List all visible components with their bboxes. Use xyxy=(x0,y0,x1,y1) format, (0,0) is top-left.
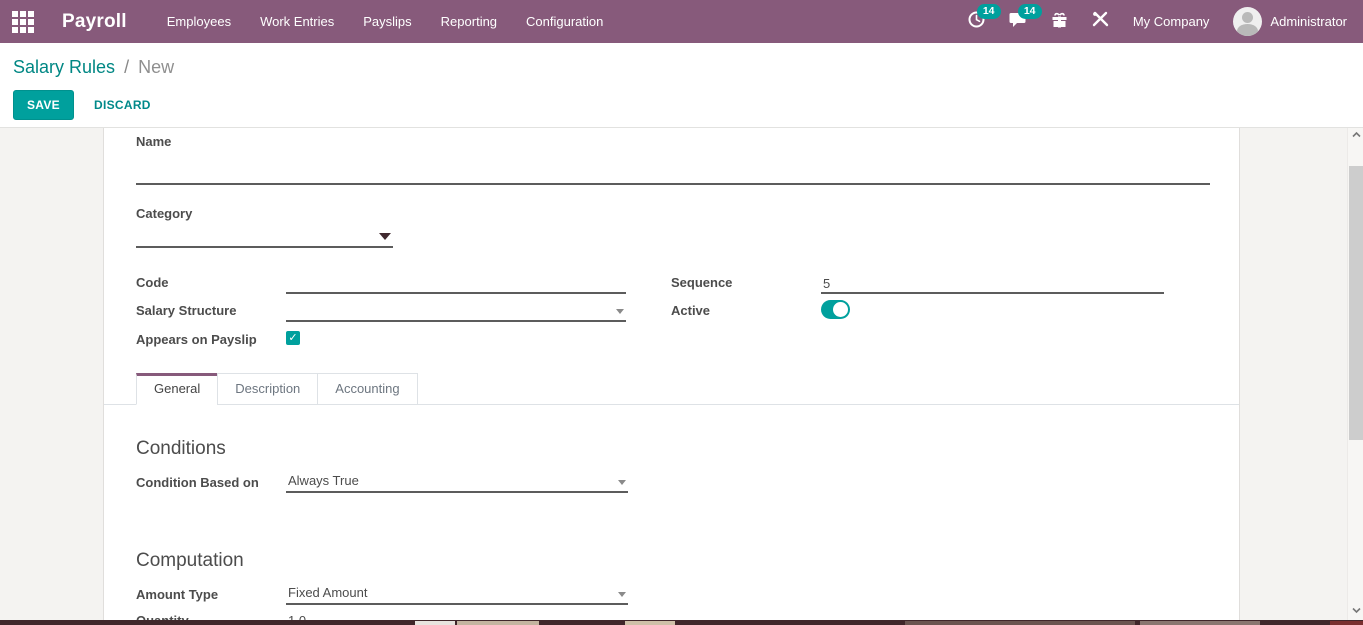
messages-button[interactable]: 14 xyxy=(1009,3,1042,33)
gift-button[interactable] xyxy=(1051,11,1068,33)
sequence-input[interactable] xyxy=(821,274,1164,294)
condition-based-on-field-label: Condition Based on xyxy=(136,475,259,490)
code-field-label: Code xyxy=(136,275,169,290)
main-menu: Employees Work Entries Payslips Reportin… xyxy=(167,14,604,29)
top-navbar: Payroll Employees Work Entries Payslips … xyxy=(0,0,1363,43)
breadcrumb: Salary Rules / New xyxy=(13,57,1363,78)
category-select[interactable] xyxy=(136,224,393,248)
control-panel-buttons: SAVE DISCARD xyxy=(13,90,1363,120)
breadcrumb-current-new: New xyxy=(138,57,175,77)
gift-icon xyxy=(1051,11,1068,33)
scrollbar-thumb[interactable] xyxy=(1349,166,1363,440)
active-field-label: Active xyxy=(671,303,711,318)
tab-accounting[interactable]: Accounting xyxy=(317,373,418,405)
scroll-down-arrow-icon[interactable] xyxy=(1348,604,1363,620)
menu-item-payslips[interactable]: Payslips xyxy=(363,14,411,29)
active-toggle[interactable] xyxy=(821,300,850,319)
user-menu[interactable]: Administrator xyxy=(1233,7,1347,36)
chevron-down-icon[interactable] xyxy=(379,233,391,240)
user-avatar xyxy=(1233,7,1263,36)
payroll-app-window: Payroll Employees Work Entries Payslips … xyxy=(0,0,1363,625)
company-switcher[interactable]: My Company xyxy=(1133,14,1210,29)
menu-item-employees[interactable]: Employees xyxy=(167,14,231,29)
form-sheet: Name Category Code Sequence Salary Struc… xyxy=(103,128,1240,620)
amount-type-select[interactable]: Fixed Amount xyxy=(286,583,628,605)
developer-tools-button[interactable] xyxy=(1092,11,1109,33)
message-count-badge: 14 xyxy=(1017,3,1042,19)
app-brand-title: Payroll xyxy=(62,10,127,32)
chevron-down-icon[interactable] xyxy=(616,309,624,314)
chevron-down-icon[interactable] xyxy=(618,592,626,597)
salary-structure-select[interactable] xyxy=(286,300,626,322)
vertical-scrollbar[interactable] xyxy=(1347,128,1363,620)
appears-on-payslip-checkbox[interactable]: ✓ xyxy=(286,331,300,345)
condition-based-on-select[interactable]: Always True xyxy=(286,471,628,493)
apps-menu-button[interactable] xyxy=(0,0,46,43)
tab-general[interactable]: General xyxy=(136,373,219,405)
menu-item-configuration[interactable]: Configuration xyxy=(526,14,603,29)
breadcrumb-salary-rules-link[interactable]: Salary Rules xyxy=(13,57,115,77)
discard-button[interactable]: DISCARD xyxy=(88,91,157,119)
appears-on-payslip-field-label: Appears on Payslip xyxy=(136,332,257,347)
navbar-right-systray: 14 14 My Company Administrator xyxy=(968,3,1363,36)
name-input[interactable] xyxy=(136,153,1210,185)
category-field-label: Category xyxy=(136,206,193,221)
tab-description[interactable]: Description xyxy=(217,373,319,405)
breadcrumb-separator: / xyxy=(124,57,130,77)
control-panel: Salary Rules / New SAVE DISCARD xyxy=(0,43,1363,128)
chevron-down-icon[interactable] xyxy=(618,480,626,485)
amount-type-field-label: Amount Type xyxy=(136,587,219,602)
activities-button[interactable]: 14 xyxy=(968,3,1001,33)
quantity-field-label: Quantity xyxy=(136,613,189,620)
activity-count-badge: 14 xyxy=(976,3,1001,19)
save-button[interactable]: SAVE xyxy=(13,90,74,120)
apps-grid-icon xyxy=(12,10,34,33)
code-input[interactable] xyxy=(286,274,626,294)
computation-section-heading: Computation xyxy=(136,550,244,571)
conditions-section-heading: Conditions xyxy=(136,438,226,459)
scroll-up-arrow-icon[interactable] xyxy=(1348,128,1363,144)
menu-item-work-entries[interactable]: Work Entries xyxy=(260,14,334,29)
salary-structure-field-label: Salary Structure xyxy=(136,303,237,318)
menu-item-reporting[interactable]: Reporting xyxy=(441,14,497,29)
quantity-value: 1.0 xyxy=(288,613,306,620)
user-name-label: Administrator xyxy=(1270,14,1347,29)
name-field-label: Name xyxy=(136,134,172,149)
background-window-edge xyxy=(0,620,1363,625)
sequence-field-label: Sequence xyxy=(671,275,733,290)
tools-icon xyxy=(1092,11,1109,33)
toggle-knob xyxy=(833,302,848,317)
form-view-background: Name Category Code Sequence Salary Struc… xyxy=(0,128,1347,620)
notebook-tabbar: General Description Accounting xyxy=(104,373,1239,405)
